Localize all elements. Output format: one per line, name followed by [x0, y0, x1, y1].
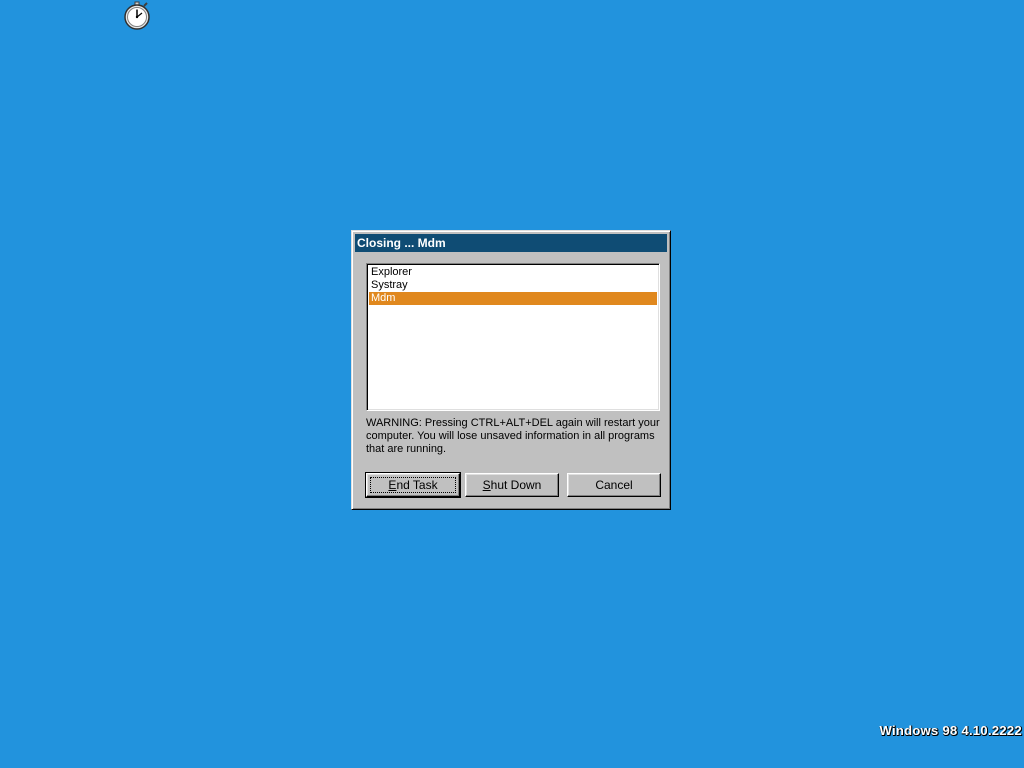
cancel-button[interactable]: Cancel [567, 473, 661, 497]
end-task-label: nd Task [396, 478, 438, 492]
dialog-title: Closing ... Mdm [355, 234, 667, 252]
stopwatch-icon[interactable] [122, 1, 152, 31]
shut-down-button[interactable]: Shut Down [465, 473, 559, 497]
shut-down-label: hut Down [490, 478, 542, 492]
shut-down-accel: S [482, 478, 491, 492]
task-item-mdm[interactable]: Mdm [369, 292, 657, 305]
version-watermark: Windows 98 4.10.2222 [879, 723, 1022, 738]
task-list[interactable]: Explorer Systray Mdm [366, 263, 660, 411]
cancel-label: Cancel [595, 478, 633, 492]
task-item-explorer[interactable]: Explorer [369, 266, 657, 279]
close-program-dialog: Closing ... Mdm Explorer Systray Mdm WAR… [351, 230, 671, 510]
restart-warning: WARNING: Pressing CTRL+ALT+DEL again wil… [366, 417, 660, 455]
task-item-systray[interactable]: Systray [369, 279, 657, 292]
end-task-button[interactable]: End Task [365, 472, 461, 498]
